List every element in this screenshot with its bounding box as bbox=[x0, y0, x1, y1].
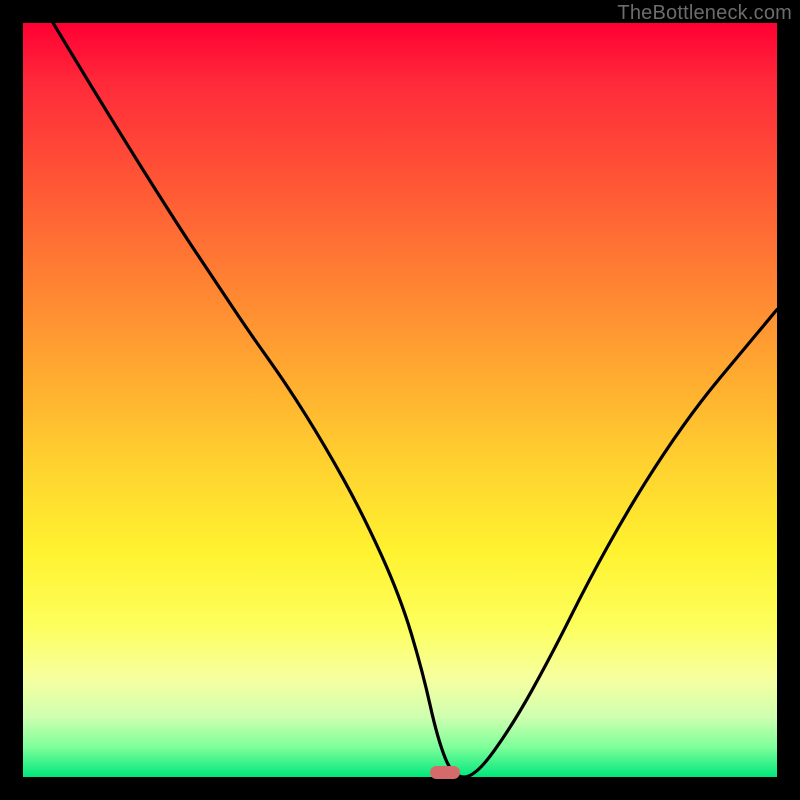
chart-frame: TheBottleneck.com bbox=[0, 0, 800, 800]
watermark-text: TheBottleneck.com bbox=[617, 2, 792, 25]
minimum-marker bbox=[430, 766, 460, 779]
bottleneck-curve bbox=[23, 23, 777, 777]
plot-area bbox=[23, 23, 777, 777]
